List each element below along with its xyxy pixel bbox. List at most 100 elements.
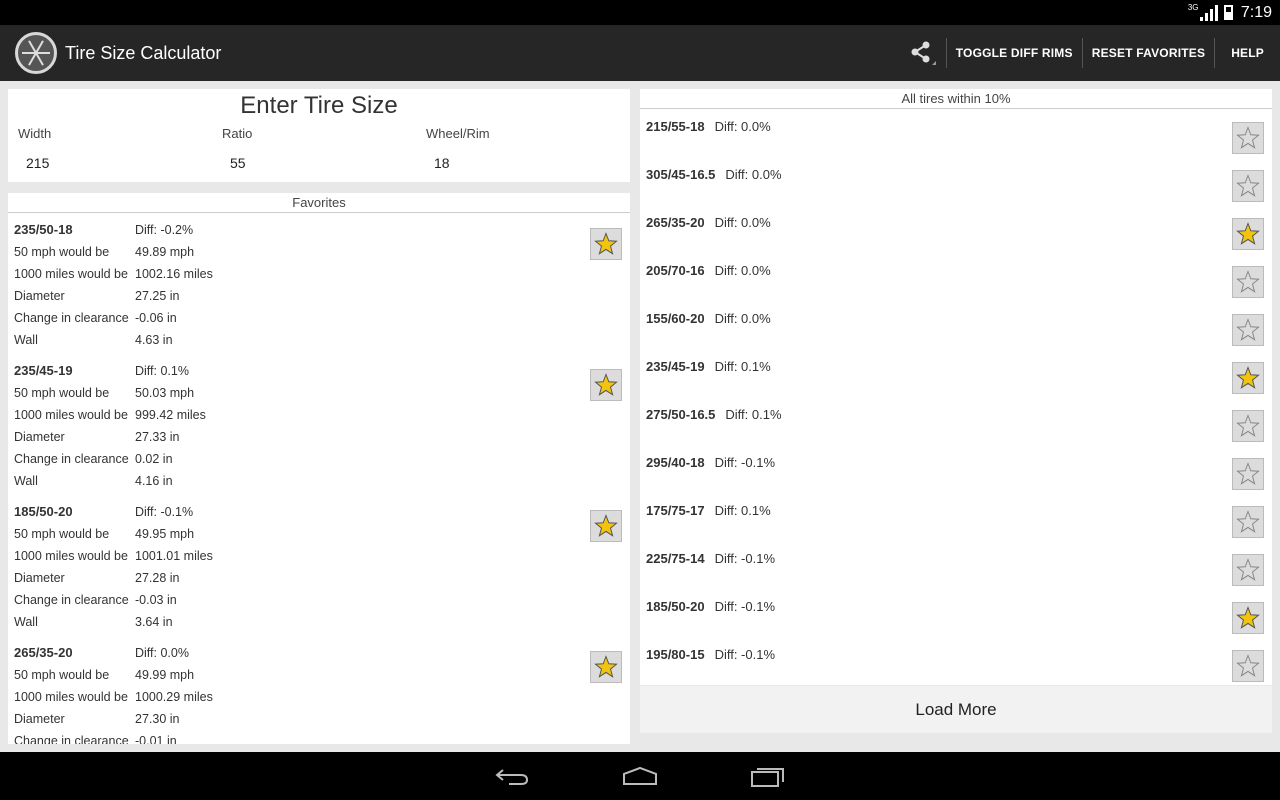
app-logo-icon[interactable] [15,32,57,74]
favorite-star-button[interactable] [1232,458,1264,490]
tire-size: 235/50-18 [14,222,73,237]
favorite-star-button[interactable] [1232,218,1264,250]
back-icon [495,769,529,785]
favorite-star-button[interactable] [1232,650,1264,682]
row-value: 1002.16 miles [135,267,213,281]
diff-value: Diff: -0.1% [714,455,776,470]
favorite-star-button[interactable] [1232,122,1264,154]
tire-row[interactable]: 215/55-18 Diff: 0.0% [640,109,1272,157]
toggle-diff-rims-button[interactable]: TOGGLE DIFF RIMS [947,46,1082,60]
row-label: Change in clearance [14,311,129,325]
tire-row[interactable]: 235/45-19 Diff: 0.1% [640,349,1272,397]
diff-value: Diff: 0.1% [714,359,771,374]
all-tires-panel[interactable]: All tires within 10% 215/55-18 Diff: 0.0%… [640,89,1272,685]
favorite-row: Diameter 27.30 in [14,708,630,730]
tire-row[interactable]: 305/45-16.5 Diff: 0.0% [640,157,1272,205]
tire-size: 265/35-20 [14,645,73,660]
favorite-row: 235/50-18 Diff: -0.2% [14,219,630,241]
star-icon [1236,414,1260,437]
row-label: Wall [14,333,38,347]
share-button[interactable] [898,25,946,81]
row-label: 50 mph would be [14,386,110,400]
help-button[interactable]: HELP [1215,46,1280,60]
star-icon [1236,510,1260,533]
reset-favorites-button[interactable]: RESET FAVORITES [1083,46,1214,60]
load-more-button[interactable]: Load More [640,686,1272,733]
favorite-row: 50 mph would be 49.89 mph [14,241,630,263]
recents-icon [751,768,784,787]
favorite-star-button[interactable] [590,369,622,401]
navigation-bar [0,752,1280,800]
row-value: 27.25 in [135,289,180,303]
row-value: 999.42 miles [135,408,206,422]
home-button[interactable] [622,764,658,788]
favorite-star-button[interactable] [1232,170,1264,202]
star-icon [594,232,618,255]
row-label: 1000 miles would be [14,267,128,281]
tire-row[interactable]: 155/60-20 Diff: 0.0% [640,301,1272,349]
width-input[interactable]: 215 [18,155,222,171]
favorite-row: Change in clearance -0.01 in [14,730,630,744]
tire-row[interactable]: 265/35-20 Diff: 0.0% [640,205,1272,253]
star-icon [1236,654,1260,677]
recents-button[interactable] [750,764,786,788]
favorites-list: 235/50-18 Diff: -0.2% 50 mph would be 49.89… [8,213,630,744]
row-value: 4.16 in [135,474,173,488]
tire-size: 175/75-17 Diff: 0.1% [646,503,771,518]
tire-row[interactable]: 175/75-17 Diff: 0.1% [640,493,1272,541]
favorites-panel[interactable]: Favorites 235/50-18 Diff: -0.2% 50 mph wou… [8,193,630,744]
tire-row[interactable]: 295/40-18 Diff: -0.1% [640,445,1272,493]
star-icon [1236,174,1260,197]
diff-value: Diff: -0.1% [135,505,194,519]
favorite-star-button[interactable] [590,651,622,683]
favorite-row: 50 mph would be 49.99 mph [14,664,630,686]
row-label: Change in clearance [14,452,129,466]
favorite-row: 1000 miles would be 1002.16 miles [14,263,630,285]
tire-size: 275/50-16.5 Diff: 0.1% [646,407,782,422]
favorite-star-button[interactable] [1232,314,1264,346]
favorite-row: Wall 4.16 in [14,470,630,492]
favorites-header: Favorites [8,193,630,213]
tire-size-label: 155/60-20 [646,311,705,326]
tire-size-label: 265/35-20 [646,215,705,230]
tire-row[interactable]: 205/70-16 Diff: 0.0% [640,253,1272,301]
diff-value: Diff: 0.0% [725,167,782,182]
favorite-star-button[interactable] [1232,266,1264,298]
star-icon [1236,222,1260,245]
favorite-star-button[interactable] [1232,362,1264,394]
favorite-star-button[interactable] [1232,602,1264,634]
favorite-star-button[interactable] [1232,554,1264,586]
favorite-star-button[interactable] [590,228,622,260]
row-label: Wall [14,615,38,629]
tire-row[interactable]: 225/75-14 Diff: -0.1% [640,541,1272,589]
tire-size-label: 215/55-18 [646,119,705,134]
rim-input[interactable]: 18 [426,155,630,171]
width-field: Width 215 [18,126,222,171]
favorite-star-button[interactable] [1232,506,1264,538]
favorite-row: Diameter 27.33 in [14,426,630,448]
app-title: Tire Size Calculator [65,42,222,63]
tire-size: 235/45-19 [14,363,73,378]
row-value: 27.30 in [135,712,180,726]
tire-size-label: 275/50-16.5 [646,407,716,422]
favorite-star-button[interactable] [590,510,622,542]
favorite-row: Diameter 27.25 in [14,285,630,307]
star-icon [594,373,618,396]
row-value: 49.99 mph [135,668,195,682]
ratio-input[interactable]: 55 [222,155,426,171]
favorite-item: 185/50-20 Diff: -0.1% 50 mph would be 49.95… [14,495,630,636]
row-value: 0.02 in [135,452,173,466]
diff-value: Diff: 0.1% [725,407,782,422]
row-label: 50 mph would be [14,668,110,682]
tire-row[interactable]: 195/80-15 Diff: -0.1% [640,637,1272,685]
back-button[interactable] [494,764,530,788]
tire-size-label: 205/70-16 [646,263,705,278]
favorite-star-button[interactable] [1232,410,1264,442]
row-value: 49.89 mph [135,245,195,259]
favorite-row: 50 mph would be 49.95 mph [14,523,630,545]
tire-row[interactable]: 185/50-20 Diff: -0.1% [640,589,1272,637]
star-icon [1236,366,1260,389]
all-tires-list: 215/55-18 Diff: 0.0% 305/45-16.5 Diff: 0.0%… [640,109,1272,685]
tire-row[interactable]: 275/50-16.5 Diff: 0.1% [640,397,1272,445]
favorite-row: Change in clearance -0.03 in [14,589,630,611]
